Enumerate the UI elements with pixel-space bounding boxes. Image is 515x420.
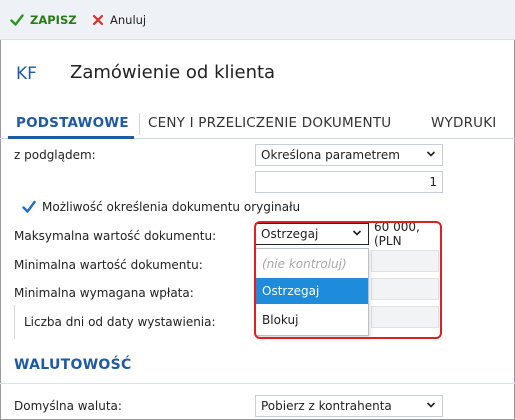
tab-podstawowe[interactable]: PODSTAWOWE — [16, 115, 129, 131]
days-label: Liczba dni od daty wystawienia: — [24, 315, 216, 329]
highlight-box — [254, 221, 442, 339]
tab-bar: PODSTAWOWE CENY I PRZELICZENIE DOKUMENTU… — [0, 107, 515, 139]
preview-select[interactable]: Określona parametrem — [255, 144, 443, 166]
original-checkbox[interactable]: Możliwość określenia dokumentu oryginału — [22, 200, 300, 214]
max-value-label: Maksymalna wartość dokumentu: — [14, 229, 217, 243]
default-currency-select[interactable]: Pobierz z kontrahenta — [255, 395, 443, 417]
document-type-badge: KF — [16, 64, 37, 84]
original-checkbox-label: Możliwość określenia dokumentu oryginału — [42, 200, 301, 214]
section-divider — [0, 383, 515, 384]
preview-select-value: Określona parametrem — [261, 148, 400, 162]
indent-line — [14, 305, 15, 339]
save-button[interactable]: ZAPISZ — [10, 10, 77, 30]
default-currency-select-value: Pobierz z kontrahenta — [261, 399, 392, 413]
tab-divider — [139, 113, 140, 135]
section-title-currency: WALUTOWOŚĆ — [14, 357, 132, 373]
min-value-label: Minimalna wartość dokumentu: — [14, 258, 203, 272]
chevron-down-icon — [426, 402, 436, 408]
cancel-button[interactable]: Anuluj — [92, 10, 146, 30]
preview-label: z podglądem: — [14, 148, 96, 162]
copies-value: 1 — [429, 175, 437, 189]
copies-input[interactable]: 1 — [255, 171, 443, 193]
active-tab-indicator — [8, 136, 134, 139]
close-icon — [92, 14, 104, 26]
cancel-button-label: Anuluj — [110, 13, 147, 27]
page-title: Zamówienie od klienta — [70, 62, 276, 83]
toolbar: ZAPISZ Anuluj — [0, 0, 515, 40]
tab-wydruki[interactable]: WYDRUKI — [431, 115, 497, 131]
min-payment-label: Minimalna wymagana wpłata: — [14, 286, 194, 300]
check-icon — [10, 14, 24, 26]
checkmark-icon — [22, 200, 36, 213]
default-currency-label: Domyślna waluta: — [14, 399, 122, 413]
chevron-down-icon — [426, 151, 436, 157]
save-button-label: ZAPISZ — [30, 13, 77, 27]
tab-ceny[interactable]: CENY I PRZELICZENIE DOKUMENTU — [148, 115, 391, 131]
